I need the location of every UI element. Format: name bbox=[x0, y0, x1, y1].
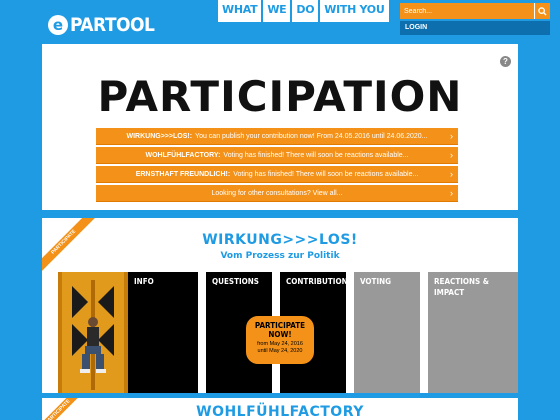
phase-voting[interactable]: VOTING bbox=[350, 272, 420, 393]
cta-date-until: until May 24, 2020 bbox=[257, 348, 303, 354]
phase-reactions-impact[interactable]: REACTIONS & IMPACT bbox=[424, 272, 518, 393]
banner-view-all[interactable]: Looking for other consultations? View al… bbox=[96, 185, 458, 202]
hero-panel: ? PARTICIPATION WIRKUNG>>>LOS!: You can … bbox=[42, 44, 518, 210]
search-input[interactable] bbox=[400, 3, 534, 19]
project-title[interactable]: WIRKUNG>>>LOS! bbox=[42, 232, 518, 248]
participate-now-button[interactable]: PARTICIPATE NOW! from May 24, 2016 until… bbox=[246, 316, 314, 364]
nav-item-do[interactable]: DO bbox=[292, 0, 319, 22]
nav-item-what[interactable]: WHAT bbox=[218, 0, 262, 22]
project-subtitle: Vom Prozess zur Politik bbox=[220, 251, 340, 261]
project-card-wirkunglos: PARTICIPATE WIRKUNG>>>LOS! Vom Prozess z… bbox=[42, 218, 518, 393]
chevron-right-icon: › bbox=[450, 169, 453, 179]
logo-text: PARTOOL bbox=[70, 14, 155, 36]
page-title: PARTICIPATION bbox=[97, 72, 463, 121]
chevron-right-icon: › bbox=[450, 131, 453, 141]
nav-item-with-you[interactable]: WITH YOU bbox=[320, 0, 389, 22]
search-box bbox=[400, 3, 550, 19]
banner-wohlfuehlfactory[interactable]: WOHLFÜHLFACTORY: Voting has finished! Th… bbox=[96, 147, 458, 164]
phase-info[interactable]: INFO bbox=[128, 272, 198, 393]
banner-text: Voting has finished! There will soon be … bbox=[223, 151, 409, 159]
banner-text: Voting has finished! There will soon be … bbox=[233, 170, 419, 178]
logo[interactable]: e PARTOOL bbox=[48, 14, 155, 36]
banner-project-name: ERNSTHAFT FREUNDLICH!: bbox=[135, 170, 231, 178]
project-card-wohlfuehlfactory: PARTICIPATE WOHLFÜHLFACTORY bbox=[42, 398, 518, 420]
search-icon bbox=[538, 6, 547, 16]
chevron-right-icon: › bbox=[450, 188, 453, 198]
nav-item-we[interactable]: WE bbox=[263, 0, 291, 22]
phase-label: VOTING bbox=[360, 277, 392, 286]
project-title[interactable]: WOHLFÜHLFACTORY bbox=[42, 404, 518, 420]
cta-date-from: from May 24, 2016 bbox=[257, 341, 303, 347]
chevron-right-icon: › bbox=[450, 150, 453, 160]
phase-label: REACTIONS & IMPACT bbox=[434, 277, 490, 297]
login-button[interactable]: LOGIN bbox=[400, 21, 550, 35]
top-bar: e PARTOOL WHAT WE DO WITH YOU LOGIN bbox=[42, 0, 550, 44]
banner-wirkunglos[interactable]: WIRKUNG>>>LOS!: You can publish your con… bbox=[96, 128, 458, 145]
banner-text: You can publish your contribution now! F… bbox=[195, 132, 428, 140]
banner-text: Looking for other consultations? View al… bbox=[211, 189, 343, 197]
project-image[interactable] bbox=[58, 272, 128, 393]
search-button[interactable] bbox=[534, 3, 550, 19]
phase-label: INFO bbox=[134, 277, 154, 286]
banner-project-name: WOHLFÜHLFACTORY: bbox=[145, 151, 221, 159]
phase-label: CONTRIBUTIONS bbox=[286, 277, 353, 286]
help-icon[interactable]: ? bbox=[500, 56, 511, 67]
banner-ernsthaft-freundlich[interactable]: ERNSTHAFT FREUNDLICH!: Voting has finish… bbox=[96, 166, 458, 183]
banner-project-name: WIRKUNG>>>LOS!: bbox=[126, 132, 193, 140]
cta-title: PARTICIPATE NOW! bbox=[254, 321, 306, 339]
project-photo-illustration bbox=[58, 272, 128, 393]
logo-e-icon: e bbox=[48, 15, 68, 35]
main-nav: WHAT WE DO WITH YOU bbox=[218, 0, 389, 22]
phase-label: QUESTIONS bbox=[212, 277, 259, 286]
